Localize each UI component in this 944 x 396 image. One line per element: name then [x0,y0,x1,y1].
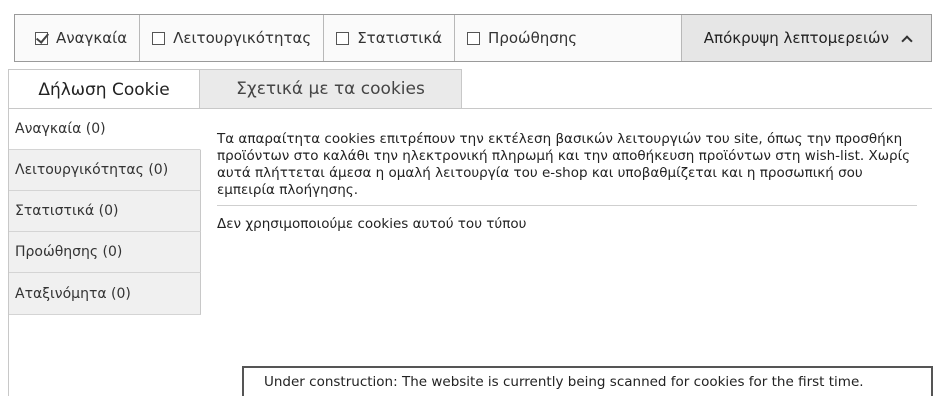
checkbox-label: Λειτουργικότητας [173,29,312,47]
checkbox-unchecked-icon[interactable] [467,31,481,45]
no-cookies-message: Δεν χρησιμοποιούμε cookies αυτού του τύπ… [217,216,527,232]
checkbox-label: Αναγκαία [56,29,128,47]
category-necessary[interactable]: Αναγκαία (0) [9,109,201,150]
scan-status-message: Under construction: The website is curre… [242,366,933,396]
tab-cookie-declaration[interactable]: Δήλωση Cookie [8,69,200,109]
checkbox-necessary[interactable]: Αναγκαία [15,15,141,61]
checkbox-unchecked-icon[interactable] [152,31,166,45]
cookie-dialog: Αναγκαία Λειτουργικότητας Στατιστικά Προ… [0,0,944,396]
category-statistics[interactable]: Στατιστικά (0) [9,191,201,232]
checkbox-unchecked-icon[interactable] [336,31,350,45]
hide-details-button[interactable]: Απόκρυψη λεπτομερειών [680,15,931,61]
category-description: Τα απαραίτητα cookies επιτρέπουν την εκτ… [217,131,911,198]
category-marketing[interactable]: Προώθησης (0) [9,232,201,273]
category-functionality[interactable]: Λειτουργικότητας (0) [9,150,201,191]
consent-bar: Αναγκαία Λειτουργικότητας Στατιστικά Προ… [14,14,932,62]
category-content: Τα απαραίτητα cookies επιτρέπουν την εκτ… [217,131,917,232]
divider [217,205,917,206]
chevron-up-icon [901,34,913,47]
checkbox-marketing[interactable]: Προώθησης [455,15,589,61]
checkbox-label: Στατιστικά [357,29,443,47]
category-unclassified[interactable]: Αταξινόμητα (0) [9,273,201,315]
tab-about-cookies[interactable]: Σχετικά με τα cookies [200,69,462,109]
checkbox-functionality[interactable]: Λειτουργικότητας [140,15,325,61]
category-list: Αναγκαία (0) Λειτουργικότητας (0) Στατισ… [9,109,201,315]
checkbox-statistics[interactable]: Στατιστικά [324,15,456,61]
hide-details-label: Απόκρυψη λεπτομερειών [703,29,889,47]
checkbox-label: Προώθησης [488,29,578,47]
cookie-declaration-panel: Αναγκαία (0) Λειτουργικότητας (0) Στατισ… [8,108,932,396]
checkbox-checked-icon[interactable] [35,31,48,45]
tab-bar: Δήλωση Cookie Σχετικά με τα cookies [8,69,462,109]
